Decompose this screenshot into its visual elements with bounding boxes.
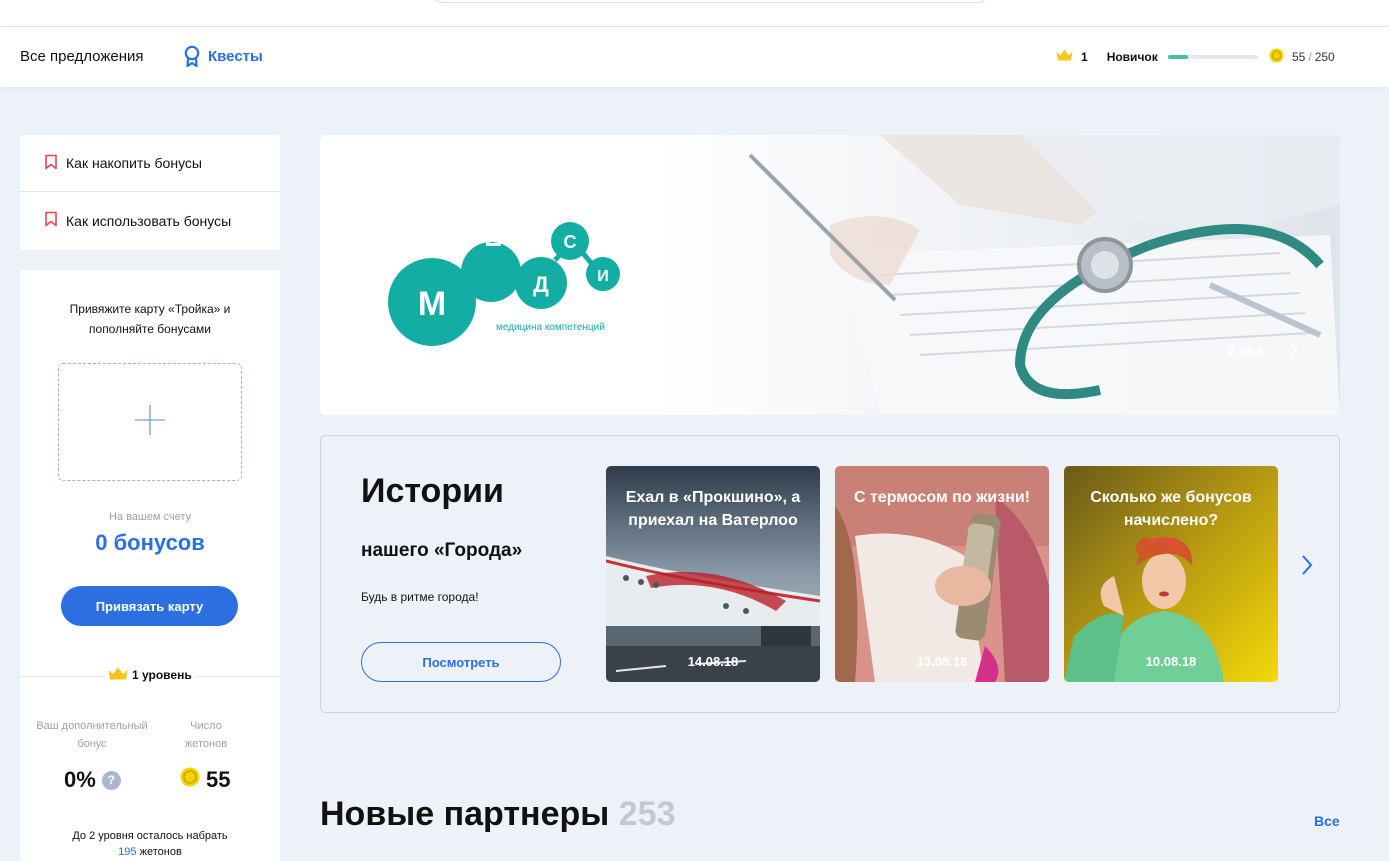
level-badge: 1 уровень [104, 667, 196, 683]
ribbon-award-icon [184, 45, 200, 67]
story-caption: С термосом по жизни! [853, 489, 1031, 506]
tokens-label: Число жетонов [184, 720, 228, 750]
chevron-right-icon[interactable] [1301, 554, 1313, 581]
story-date: 10.08.18 [1145, 654, 1197, 669]
add-card-slot[interactable] [58, 363, 242, 481]
story-card[interactable]: Сколько же бонусов начислено? 10.08.18 [1064, 466, 1278, 682]
story-caption: Сколько же бонусов начислено? [1090, 489, 1252, 529]
crown-icon [108, 667, 128, 683]
remaining-suffix: жетонов [139, 846, 182, 858]
top-strip [0, 0, 1389, 27]
remaining-amount: 195 [118, 846, 137, 858]
level-number: 1 [1081, 49, 1088, 64]
coin-icon [180, 767, 200, 793]
level-remaining: До 2 уровня осталось набрать 195 жетонов [20, 828, 280, 860]
extra-bonus-value: 0% ? [64, 767, 121, 793]
coin-icon [1269, 48, 1284, 66]
bonus-help-panel: Как накопить бонусы Как использовать бон… [20, 135, 280, 250]
howto-earn-link[interactable]: Как накопить бонусы [20, 135, 280, 192]
partners-all-link[interactable]: Все [1314, 813, 1340, 829]
bookmark-icon [44, 211, 58, 230]
stories-title: Истории [361, 472, 504, 510]
howto-earn-label: Как накопить бонусы [66, 155, 202, 171]
bind-card-prompt: Привяжите карту «Тройка» и пополняйте бо… [69, 302, 231, 336]
story-date: 13.08.18 [916, 654, 968, 669]
search-field-edge[interactable] [432, 0, 988, 3]
level-progress-bar [1167, 54, 1258, 59]
howto-use-label: Как использовать бонусы [66, 212, 232, 229]
logo-letter-d: Д [533, 272, 549, 297]
nav-all-offers[interactable]: Все предложения [20, 48, 144, 65]
stories-description: Будь в ритме города! [361, 590, 479, 604]
logo-tagline: медицина компетенций [496, 322, 605, 333]
story-caption: Ехал в «Прокшино», а приехал на Ватерлоо [625, 489, 801, 529]
tokens-value: 55 [180, 767, 230, 793]
extra-bonus-label: Ваш дополнительный бонус [36, 720, 148, 750]
account-label: На вашем счету [108, 511, 192, 523]
new-partners-heading: Новые партнеры 253 [320, 795, 675, 834]
coins-current: 55 [1292, 50, 1306, 64]
logo-letter-e: Е [484, 222, 501, 252]
extra-bonus-percent: 0% [64, 767, 96, 792]
logo-letter-i: И [597, 268, 609, 285]
story-card[interactable]: Ехал в «Прокшино», а приехал на Ватерлоо… [606, 466, 820, 682]
stories-subtitle: нашего «Города» [361, 540, 523, 561]
coins-total: 250 [1314, 50, 1335, 64]
stories-section: Истории нашего «Города» Будь в ритме гор… [320, 435, 1340, 713]
plus-icon [134, 404, 166, 441]
nav-bar: Все предложения Квесты 1 Новичок 55/250 [0, 27, 1389, 87]
nav-quests-label: Квесты [208, 47, 263, 65]
promo-banner[interactable]: М Е Д С И медицина компетенций 2 из 8 [320, 135, 1340, 415]
level-badge-label: 1 уровень [132, 668, 192, 682]
story-date: 14.08.18 [687, 654, 739, 669]
slide-counter: 2 из 8 [1228, 343, 1265, 358]
tokens-count: 55 [206, 767, 231, 792]
account-balance: 0 бонусов [95, 530, 205, 555]
coin-balance: 55/250 [1269, 48, 1335, 66]
new-partners-title: Новые партнеры [320, 795, 610, 833]
crown-icon [1056, 49, 1073, 64]
chevron-right-icon[interactable] [1288, 341, 1298, 364]
bookmark-icon [44, 154, 58, 173]
bind-card-button[interactable]: Привязать карту [61, 586, 238, 626]
logo-letter-m: М [418, 285, 446, 323]
stories-view-button[interactable]: Посмотреть [361, 642, 561, 682]
banner-image: М Е Д С И медицина компетенций [320, 135, 1340, 415]
help-icon[interactable]: ? [101, 770, 121, 790]
remaining-prefix: До 2 уровня осталось набрать [72, 830, 228, 842]
coins-separator: / [1308, 50, 1312, 64]
nav-quests[interactable]: Квесты [184, 45, 263, 67]
troika-card-panel: Привяжите карту «Тройка» и пополняйте бо… [20, 270, 280, 861]
logo-letter-s: С [564, 232, 577, 252]
user-level[interactable]: 1 Новичок [1056, 49, 1258, 64]
level-progress-fill [1167, 54, 1188, 59]
howto-use-link[interactable]: Как использовать бонусы [20, 192, 280, 249]
level-name: Новичок [1106, 49, 1158, 64]
new-partners-count: 253 [618, 795, 676, 833]
story-card[interactable]: С термосом по жизни! 13.08.18 [835, 466, 1049, 682]
